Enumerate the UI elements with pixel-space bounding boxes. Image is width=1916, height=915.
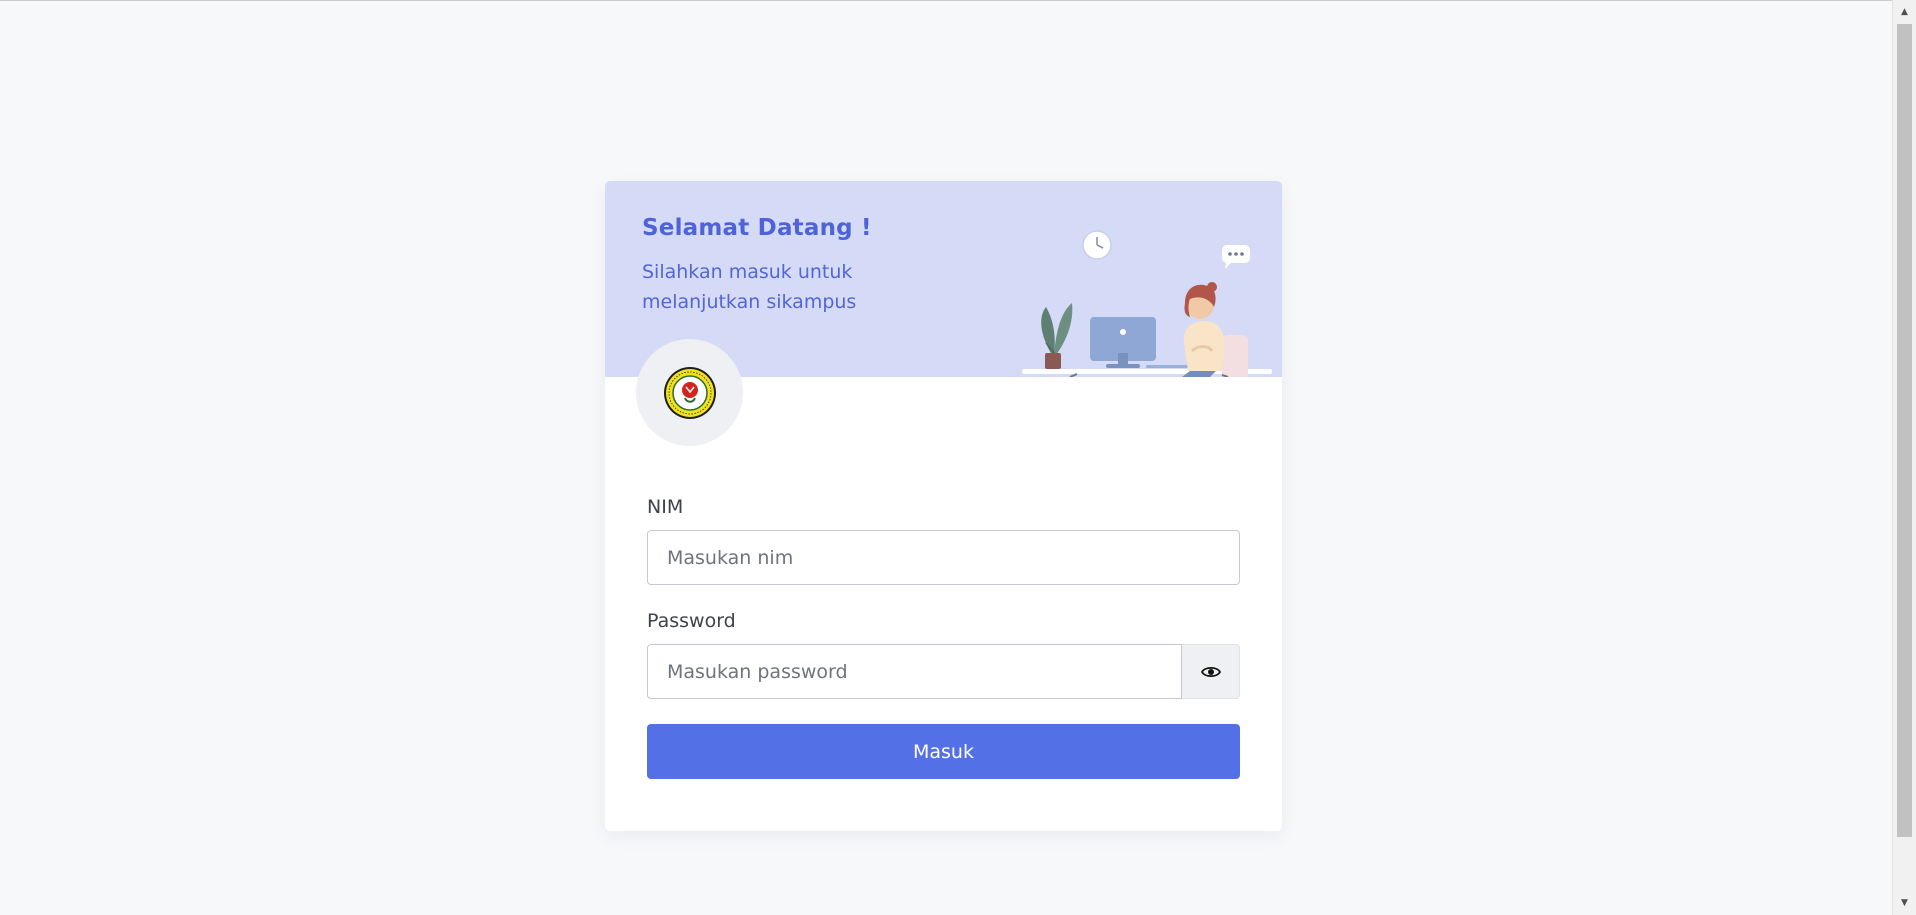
login-card: Selamat Datang ! Silahkan masuk untuk me… — [605, 181, 1282, 831]
logo-circle — [636, 339, 743, 446]
scroll-up-icon[interactable]: ▲ — [1893, 4, 1916, 20]
university-seal-logo — [663, 366, 716, 419]
login-page: Selamat Datang ! Silahkan masuk untuk me… — [0, 0, 1916, 915]
top-border — [0, 0, 1916, 1]
show-password-button[interactable] — [1182, 644, 1240, 699]
welcome-subtitle: Silahkan masuk untuk melanjutkan sikampu… — [642, 261, 857, 313]
scroll-thumb[interactable] — [1897, 24, 1912, 837]
scroll-down-icon[interactable]: ▼ — [1893, 895, 1916, 911]
password-row — [647, 644, 1240, 699]
nim-input[interactable] — [647, 530, 1240, 585]
eye-icon — [1200, 666, 1221, 677]
nim-label: NIM — [647, 496, 684, 518]
password-input[interactable] — [647, 644, 1182, 699]
login-form: NIM Password Masuk — [647, 496, 1240, 779]
vertical-scrollbar[interactable]: ▲ ▼ — [1892, 0, 1916, 915]
password-group: Password — [647, 610, 1240, 699]
login-button[interactable]: Masuk — [647, 724, 1240, 779]
password-label: Password — [647, 610, 736, 632]
woman-at-desk-illustration — [1022, 230, 1272, 377]
welcome-title: Selamat Datang ! — [642, 215, 872, 241]
nim-group: NIM — [647, 496, 1240, 585]
